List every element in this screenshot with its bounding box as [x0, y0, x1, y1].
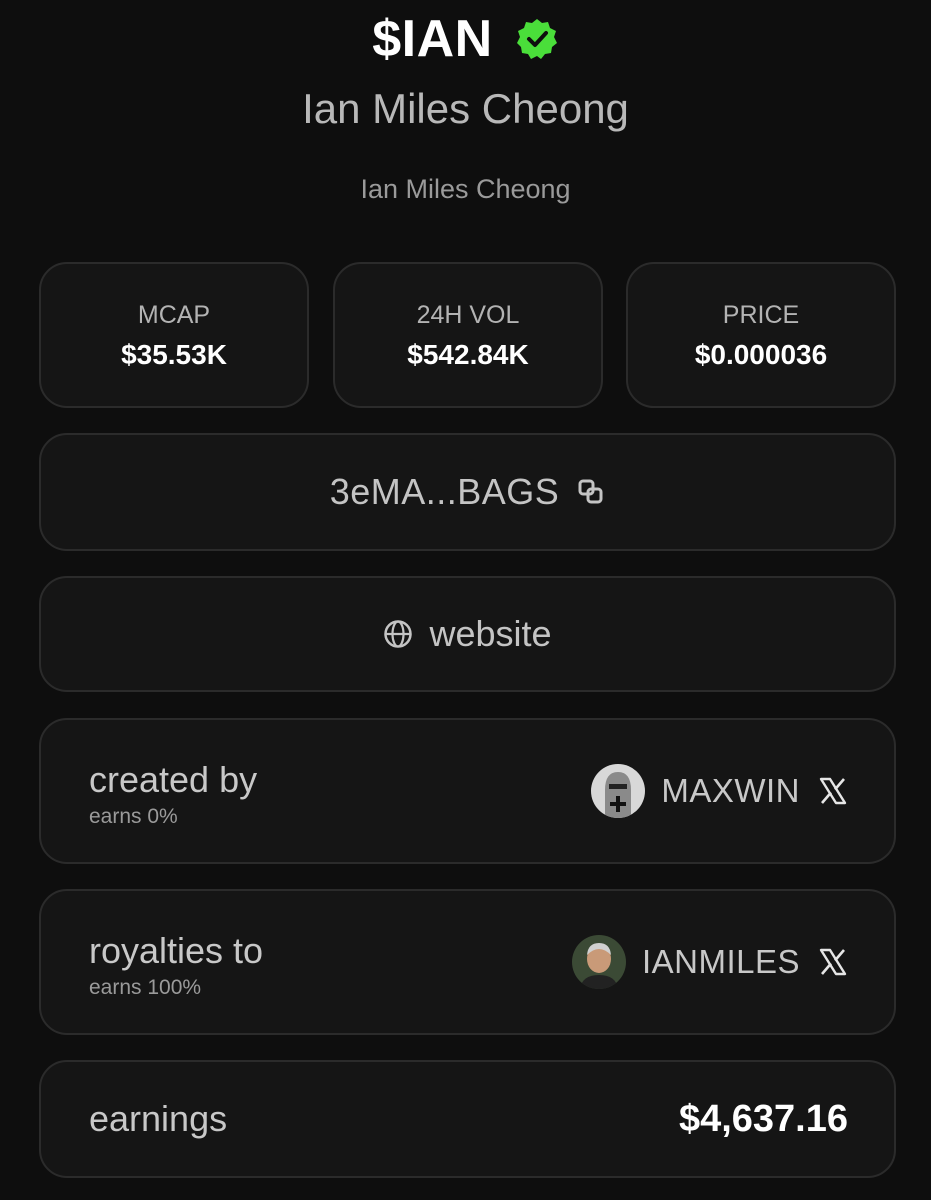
- created-by-earns: earns 0%: [89, 805, 178, 828]
- x-logo-icon[interactable]: [818, 947, 848, 977]
- stat-value: $35.53K: [121, 339, 227, 370]
- token-header: $IAN: [0, 8, 931, 70]
- stat-label: 24H VOL: [416, 301, 520, 329]
- token-name: Ian Miles Cheong: [302, 85, 629, 132]
- stat-label: PRICE: [722, 301, 800, 329]
- stat-label: MCAP: [137, 301, 211, 329]
- royalties-card: royalties to earns 100% IANMILES: [39, 889, 896, 1035]
- stat-card-price: PRICE $0.000036: [626, 262, 896, 408]
- copy-icon[interactable]: [577, 478, 605, 506]
- token-ticker: $IAN: [372, 10, 493, 68]
- royalties-earns: earns 100%: [89, 976, 202, 999]
- stat-value: $542.84K: [407, 339, 529, 370]
- royalties-title: royalties to: [89, 930, 264, 971]
- earnings-label: earnings: [89, 1098, 228, 1139]
- globe-icon: [383, 619, 413, 649]
- royalty-recipient-profile[interactable]: IANMILES: [571, 891, 848, 1033]
- earnings-value: $4,637.16: [678, 1097, 848, 1140]
- creator-username[interactable]: MAXWIN: [661, 772, 800, 810]
- creator-profile[interactable]: MAXWIN: [591, 720, 848, 862]
- stat-value: $0.000036: [694, 339, 828, 370]
- x-logo-icon[interactable]: [818, 776, 848, 806]
- created-by-card: created by earns 0% MAXWIN: [39, 718, 896, 864]
- website-label: website: [429, 613, 552, 654]
- created-by-info: created by earns 0%: [89, 758, 257, 830]
- contract-address: 3eMA...BAGS: [329, 471, 560, 512]
- website-button[interactable]: website: [39, 576, 896, 692]
- contract-address-button[interactable]: 3eMA...BAGS: [39, 433, 896, 551]
- recipient-avatar[interactable]: [571, 935, 626, 989]
- creator-avatar[interactable]: [591, 764, 646, 818]
- earnings-card: earnings $4,637.16: [39, 1060, 896, 1178]
- stat-card-volume: 24H VOL $542.84K: [333, 262, 603, 408]
- royalties-info: royalties to earns 100%: [89, 929, 263, 1001]
- stat-card-mcap: MCAP $35.53K: [39, 262, 309, 408]
- token-description: Ian Miles Cheong: [360, 174, 571, 204]
- recipient-username[interactable]: IANMILES: [642, 943, 800, 981]
- token-page: $IAN Ian Miles Cheong Ian Miles Cheong M…: [0, 0, 931, 1200]
- verified-badge-icon: [515, 17, 559, 61]
- created-by-title: created by: [89, 759, 258, 800]
